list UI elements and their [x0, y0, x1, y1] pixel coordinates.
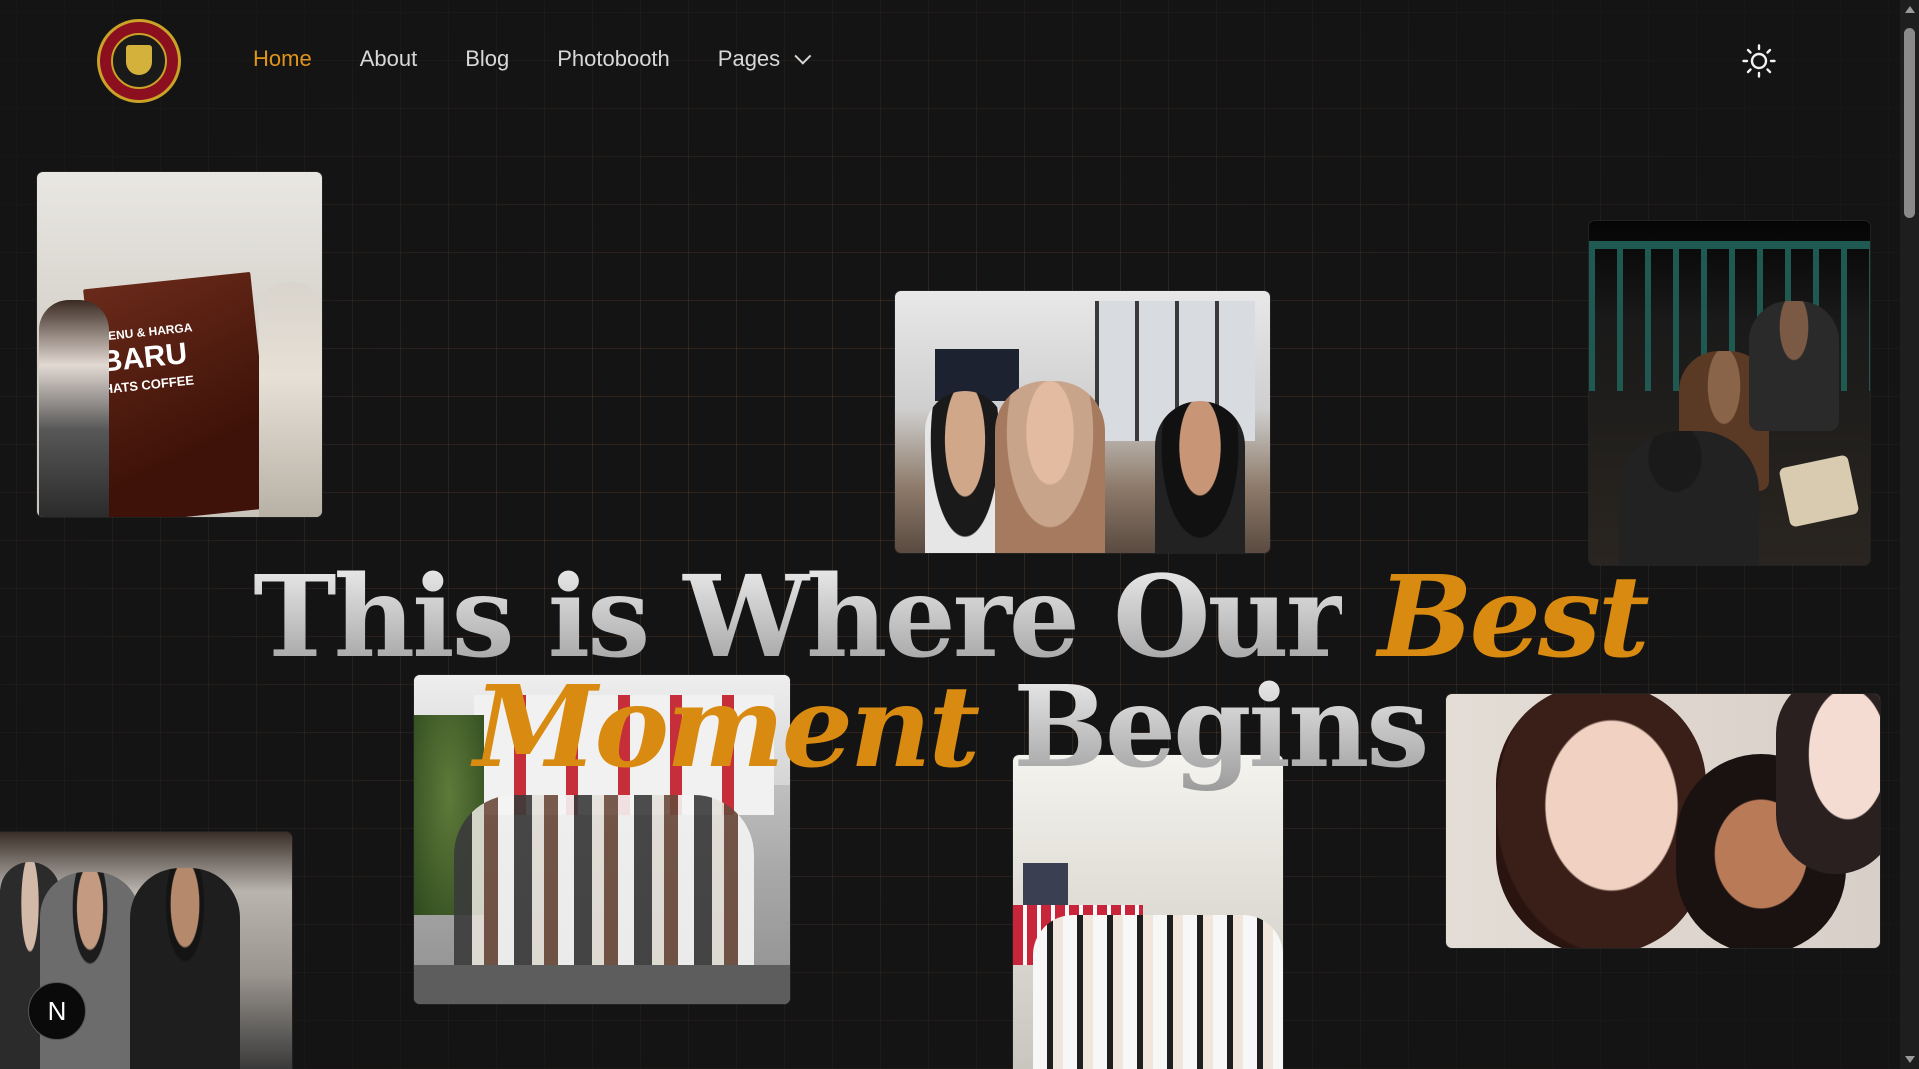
person-left [39, 300, 109, 517]
student-2 [995, 381, 1105, 553]
person-sitting-2 [1749, 301, 1839, 431]
wall-poster [1023, 863, 1068, 908]
student-3 [1155, 401, 1245, 553]
pavement [414, 965, 790, 1004]
top-navbar: Home About Blog Photobooth Pages [0, 0, 1900, 120]
chevron-down-icon [794, 47, 812, 65]
nav-pages-dropdown[interactable]: Pages [717, 46, 812, 72]
scroll-up-icon[interactable] [1905, 6, 1915, 13]
badge-label: N [47, 995, 67, 1026]
nav-pages-label: Pages [717, 46, 781, 71]
headline-line2-accent: Moment [473, 662, 981, 794]
students-group [1033, 915, 1283, 1069]
person-right [259, 282, 322, 517]
nextjs-dev-badge[interactable]: N [28, 982, 86, 1040]
student-1 [925, 391, 1005, 553]
photo-classroom-selfie [895, 291, 1270, 553]
nav-about-link[interactable]: About [360, 46, 418, 72]
class-logo[interactable] [97, 19, 181, 103]
banner: MENU & HARGA BARU HATS COFFEE [83, 271, 275, 517]
logo-emblem [111, 33, 167, 89]
main-nav: Home About Blog Photobooth Pages [253, 46, 854, 72]
photo-cafe-banner: MENU & HARGA BARU HATS COFFEE [37, 172, 322, 517]
group-of-students [454, 795, 754, 975]
scroll-thumb[interactable] [1904, 28, 1915, 218]
hero-headline: This is Where Our Best Moment Begins [0, 562, 1900, 784]
nav-blog-link[interactable]: Blog [465, 46, 509, 72]
person-foreground [1619, 431, 1759, 565]
nav-home-link[interactable]: Home [253, 46, 312, 72]
friend-3 [130, 868, 240, 1069]
photo-night-railing [1589, 221, 1870, 565]
scroll-down-icon[interactable] [1905, 1056, 1915, 1063]
playing-cards [1778, 454, 1860, 528]
shield-icon [126, 45, 152, 75]
headline-line2-plain: Begins [1013, 662, 1429, 794]
photo-classroom-group [1013, 755, 1283, 1069]
sun-icon[interactable] [1742, 44, 1776, 78]
nav-photobooth-link[interactable]: Photobooth [557, 46, 670, 72]
page-scrollbar[interactable] [1900, 0, 1919, 1069]
